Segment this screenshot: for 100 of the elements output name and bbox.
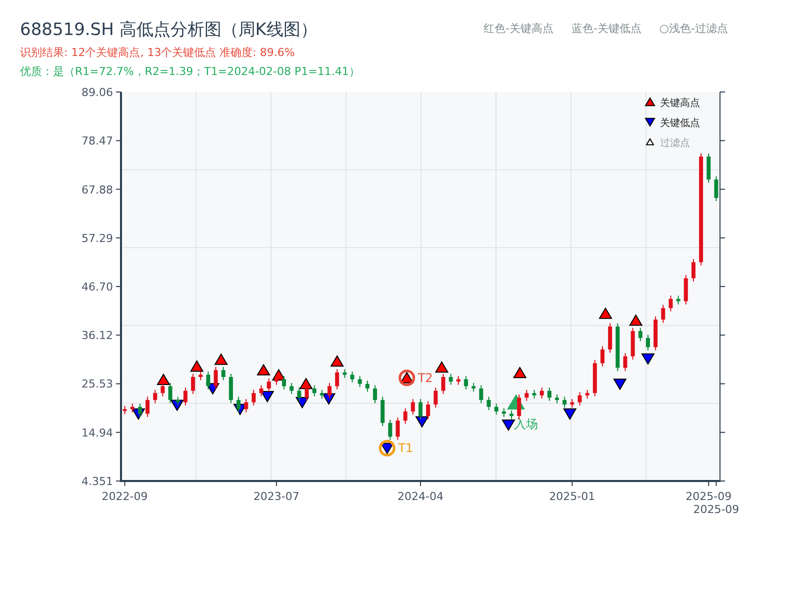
x-tick-label: 2022-09 bbox=[102, 490, 148, 503]
candlestick bbox=[290, 382, 294, 394]
ring-marker bbox=[378, 440, 396, 456]
y-tick-label: 4.351 bbox=[82, 475, 113, 488]
candlestick bbox=[691, 258, 696, 282]
chart-title: 688519.SH 高低点分析图（周K线图） bbox=[20, 19, 318, 41]
candlestick bbox=[494, 403, 498, 416]
x-tick-label: 2024-04 bbox=[398, 490, 444, 503]
candlestick bbox=[342, 368, 347, 378]
candlestick bbox=[706, 152, 711, 184]
candlestick bbox=[554, 394, 559, 404]
candlestick bbox=[472, 382, 476, 392]
x-tick-label: 2025-09 bbox=[686, 490, 732, 503]
legend-text: ○浅色-过滤点 bbox=[659, 21, 728, 36]
up-triangle-marker bbox=[256, 364, 270, 376]
result-summary: 识别结果: 12个关键高点, 13个关键低点 准确度: 89.6% bbox=[20, 45, 295, 60]
candlestick bbox=[312, 384, 316, 397]
candlestick bbox=[661, 304, 666, 324]
up-triangle-marker bbox=[598, 307, 612, 319]
up-triangle-marker bbox=[628, 314, 643, 326]
candlestick bbox=[654, 316, 658, 351]
up-triangle-marker bbox=[272, 368, 286, 380]
candlestick bbox=[335, 368, 340, 390]
candlestick bbox=[259, 384, 264, 397]
candlestick bbox=[418, 398, 422, 420]
legend-marker bbox=[646, 138, 654, 146]
candlestick bbox=[130, 403, 134, 413]
candlestick bbox=[388, 419, 392, 440]
candlestick bbox=[198, 370, 203, 381]
y-tick-label: 57.29 bbox=[82, 232, 113, 245]
y-tick-label: 25.53 bbox=[82, 378, 113, 391]
candlestick bbox=[350, 370, 354, 383]
candlestick bbox=[221, 366, 226, 381]
candlestick bbox=[517, 394, 522, 420]
entry-label: 入场 bbox=[514, 417, 538, 432]
down-triangle-marker bbox=[613, 378, 627, 390]
up-triangle-marker bbox=[434, 360, 449, 373]
candlestick bbox=[122, 405, 127, 415]
candlestick bbox=[592, 360, 597, 397]
candlestick bbox=[396, 416, 400, 440]
candlestick bbox=[410, 398, 415, 416]
candlestick bbox=[168, 382, 172, 404]
candlestick bbox=[236, 396, 241, 413]
candlestick bbox=[616, 322, 620, 372]
candlestick bbox=[684, 274, 688, 305]
candlestick bbox=[464, 376, 468, 390]
candlestick bbox=[244, 398, 248, 413]
candlestick bbox=[206, 370, 210, 390]
legend-marker bbox=[644, 118, 656, 128]
candlestick bbox=[297, 387, 302, 402]
y-tick-label: 36.12 bbox=[82, 329, 113, 342]
candlestick bbox=[191, 373, 196, 394]
up-triangle-marker bbox=[400, 372, 414, 384]
candlestick bbox=[479, 384, 484, 404]
x-tick-label: 2025-01 bbox=[549, 490, 596, 503]
candlestick bbox=[456, 376, 460, 386]
candlestick bbox=[426, 400, 430, 420]
candlestick bbox=[646, 334, 650, 351]
candlestick bbox=[160, 382, 165, 397]
legend-marker bbox=[644, 96, 656, 106]
candlestick bbox=[358, 376, 362, 388]
candlestick bbox=[403, 408, 408, 424]
y-tick-label: 78.47 bbox=[82, 134, 113, 148]
candlestick bbox=[502, 408, 506, 418]
candlestick bbox=[214, 366, 218, 390]
candlestick bbox=[486, 396, 491, 411]
candlestick bbox=[328, 382, 332, 400]
candlestick bbox=[183, 387, 188, 406]
candlestick bbox=[448, 373, 453, 386]
legend-text: 红色-关键高点 bbox=[483, 21, 554, 36]
candlestick bbox=[252, 389, 256, 406]
up-triangle-marker bbox=[330, 355, 344, 367]
down-triangle-marker bbox=[502, 419, 516, 432]
candlestick bbox=[434, 387, 438, 408]
candlestick bbox=[570, 398, 574, 408]
up-triangle-marker bbox=[299, 378, 313, 390]
y-tick-label: 14.94 bbox=[82, 426, 113, 440]
candlestick bbox=[441, 373, 446, 394]
down-triangle-marker bbox=[260, 390, 274, 403]
candlestick bbox=[600, 346, 604, 367]
candlestick bbox=[524, 389, 529, 402]
candlestick bbox=[228, 373, 233, 404]
candlestick bbox=[547, 387, 552, 402]
down-triangle-marker bbox=[380, 442, 394, 455]
candlestick bbox=[638, 327, 642, 342]
x-tick-label: 2025-09 bbox=[693, 503, 740, 516]
candlestick bbox=[509, 410, 514, 420]
candlestick bbox=[532, 389, 536, 400]
candlestick bbox=[320, 389, 324, 400]
up-triangle-marker bbox=[512, 366, 527, 378]
candlestick bbox=[266, 378, 271, 392]
candlestick bbox=[668, 295, 673, 312]
candlestick bbox=[540, 387, 544, 400]
legend-label: 关键高点 bbox=[660, 98, 700, 109]
point-label: T2 bbox=[418, 370, 433, 385]
candlestick bbox=[373, 384, 377, 404]
legend-text: 蓝色-关键低点 bbox=[571, 21, 642, 36]
candlestick bbox=[146, 396, 150, 418]
up-triangle-marker bbox=[190, 360, 204, 372]
up-triangle-marker bbox=[156, 373, 170, 386]
